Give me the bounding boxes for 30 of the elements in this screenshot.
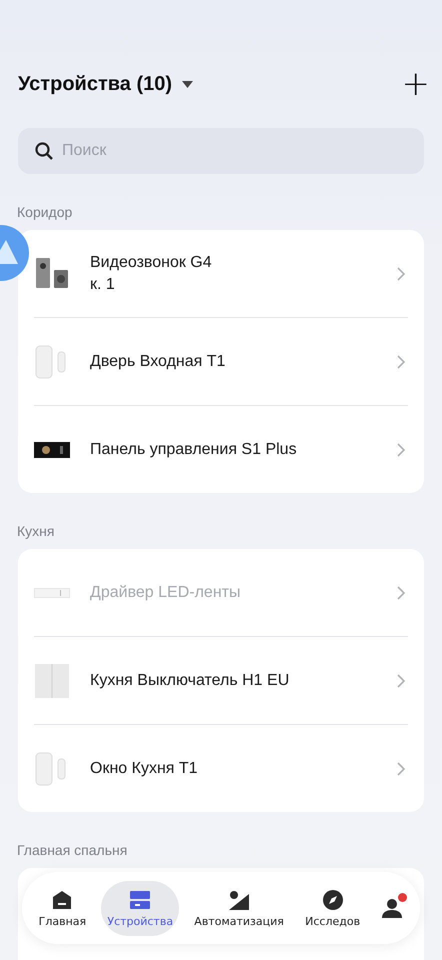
chevron-icon <box>396 760 406 776</box>
home-icon <box>51 888 74 910</box>
devices-icon <box>129 888 152 910</box>
devices-dropdown[interactable]: Устройства (10) <box>18 72 194 96</box>
dropdown-caret-icon <box>182 80 194 88</box>
landscape-icon <box>228 888 250 910</box>
profile-icon <box>381 897 404 919</box>
device-row[interactable]: Панель управления S1 Plus <box>34 405 408 493</box>
tab[interactable]: Главная <box>32 880 92 936</box>
search-icon <box>35 142 53 160</box>
room-heading: Главная спальня <box>17 842 128 858</box>
chevron-icon <box>396 442 406 458</box>
chevron-icon <box>396 354 406 370</box>
device-row[interactable]: Дверь Входная T1 <box>34 317 408 405</box>
wall-switch-icon <box>34 662 70 698</box>
chevron-icon <box>396 584 406 600</box>
add-button[interactable]: + <box>402 72 430 96</box>
tab[interactable]: Автоматизация <box>188 880 290 936</box>
room-heading: Коридор <box>17 204 74 220</box>
tab[interactable]: Устройства <box>101 880 180 936</box>
compass-icon <box>322 888 344 910</box>
tab[interactable]: Исследов <box>299 880 366 936</box>
device-row[interactable]: Кухня Выключатель H1 EU <box>34 636 408 724</box>
search-field[interactable]: Поиск <box>18 128 424 174</box>
room-heading: Кухня <box>17 523 56 539</box>
device-row[interactable]: Окно Кухня T1 <box>34 724 408 812</box>
led-driver-icon <box>34 588 70 598</box>
chevron-icon <box>396 672 406 688</box>
device-row[interactable]: Видеозвонок G4 к. 1 <box>34 230 408 317</box>
chevron-icon <box>396 266 406 282</box>
